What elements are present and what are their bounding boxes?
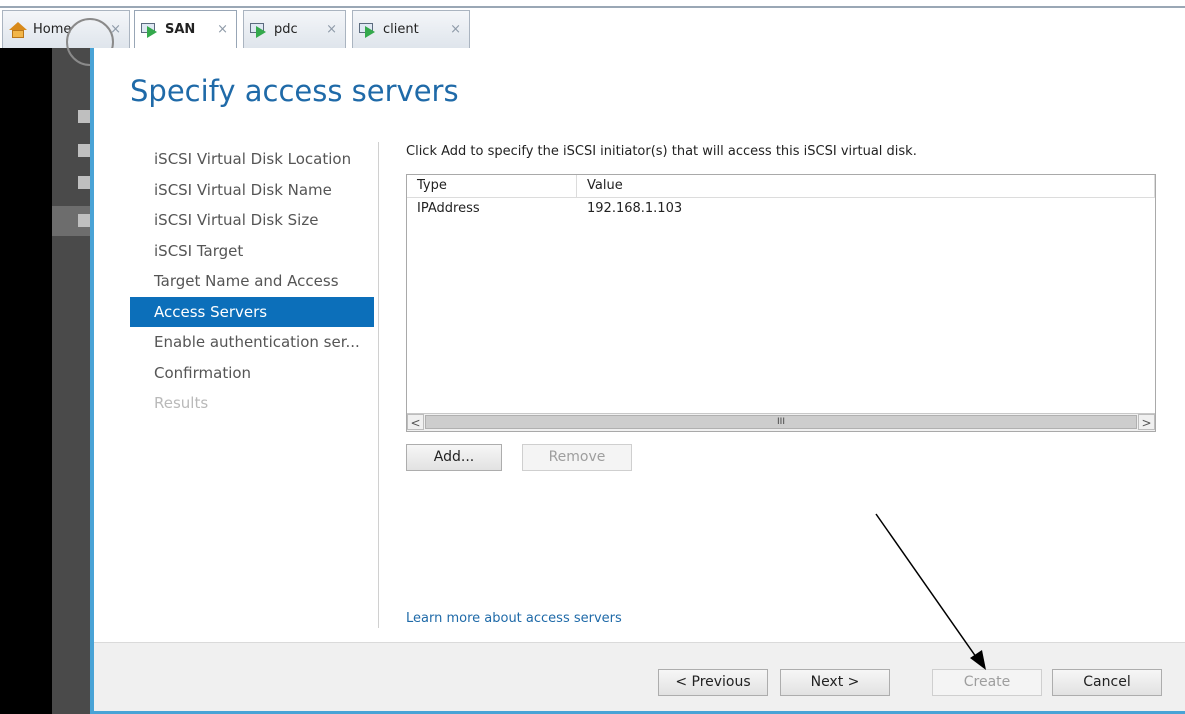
new-iscsi-virtual-disk-wizard: Specify access servers iSCSI Virtual Dis… — [90, 48, 1185, 714]
nav-item-enable-authentication[interactable]: Enable authentication ser... — [130, 327, 374, 358]
nav-item-target-name-access[interactable]: Target Name and Access — [130, 266, 374, 297]
previous-button[interactable]: < Previous — [658, 669, 768, 696]
vm-icon — [250, 22, 268, 38]
nav-item-iscsi-target[interactable]: iSCSI Target — [130, 236, 374, 267]
initiator-list[interactable]: Type Value IPAddress 192.168.1.103 < III… — [406, 174, 1156, 432]
cancel-button[interactable]: Cancel — [1052, 669, 1162, 696]
nav-item-results: Results — [154, 394, 209, 412]
page-title: Specify access servers — [130, 74, 459, 108]
nav-item-access-servers[interactable]: Access Servers — [130, 296, 374, 327]
horizontal-scrollbar[interactable]: < III > — [407, 413, 1155, 431]
table-row[interactable]: IPAddress 192.168.1.103 — [407, 198, 1155, 220]
left-black-strip — [0, 48, 52, 714]
all-servers-icon[interactable] — [78, 176, 90, 189]
tab-pdc-label: pdc — [274, 22, 298, 37]
next-button[interactable]: Next > — [780, 669, 890, 696]
vm-icon — [141, 22, 159, 38]
close-icon[interactable]: × — [326, 22, 337, 37]
list-header: Type Value — [407, 175, 1155, 198]
instruction-text: Click Add to specify the iSCSI initiator… — [406, 144, 917, 159]
scroll-thumb[interactable]: III — [425, 415, 1137, 429]
scroll-right-button[interactable]: > — [1138, 414, 1155, 430]
cell-value: 192.168.1.103 — [587, 201, 683, 216]
nav-item-virtual-disk-size[interactable]: iSCSI Virtual Disk Size — [130, 205, 374, 236]
tab-home-label: Home — [33, 22, 72, 37]
dashboard-icon[interactable] — [78, 110, 90, 123]
wizard-footer: < Previous Next > Create Cancel — [94, 642, 1185, 711]
create-button[interactable]: Create — [932, 669, 1042, 696]
tab-client[interactable]: client × — [352, 10, 470, 48]
nav-divider — [378, 142, 379, 628]
tab-san[interactable]: SAN × — [134, 10, 237, 48]
column-header-value[interactable]: Value — [577, 175, 1155, 197]
wizard-nav: iSCSI Virtual Disk Location iSCSI Virtua… — [130, 144, 374, 419]
tab-pdc[interactable]: pdc × — [243, 10, 346, 48]
tab-client-label: client — [383, 22, 419, 37]
server-manager-sidebar — [52, 18, 114, 714]
file-storage-icon — [78, 214, 90, 227]
add-button[interactable]: Add... — [406, 444, 502, 471]
scroll-left-button[interactable]: < — [407, 414, 424, 430]
home-icon — [9, 21, 27, 38]
nav-item-virtual-disk-location[interactable]: iSCSI Virtual Disk Location — [130, 144, 374, 175]
column-header-type[interactable]: Type — [407, 175, 577, 197]
cell-type: IPAddress — [417, 201, 480, 216]
learn-more-link[interactable]: Learn more about access servers — [406, 611, 622, 626]
nav-item-virtual-disk-name[interactable]: iSCSI Virtual Disk Name — [130, 175, 374, 206]
close-icon[interactable]: × — [217, 22, 228, 37]
vm-icon — [359, 22, 377, 38]
close-icon[interactable]: × — [450, 22, 461, 37]
remove-button[interactable]: Remove — [522, 444, 632, 471]
file-storage-services-item[interactable] — [52, 206, 90, 236]
local-server-icon[interactable] — [78, 144, 90, 157]
tab-san-label: SAN — [165, 22, 196, 37]
tab-strip-divider — [0, 6, 1185, 8]
nav-item-confirmation[interactable]: Confirmation — [130, 358, 374, 389]
